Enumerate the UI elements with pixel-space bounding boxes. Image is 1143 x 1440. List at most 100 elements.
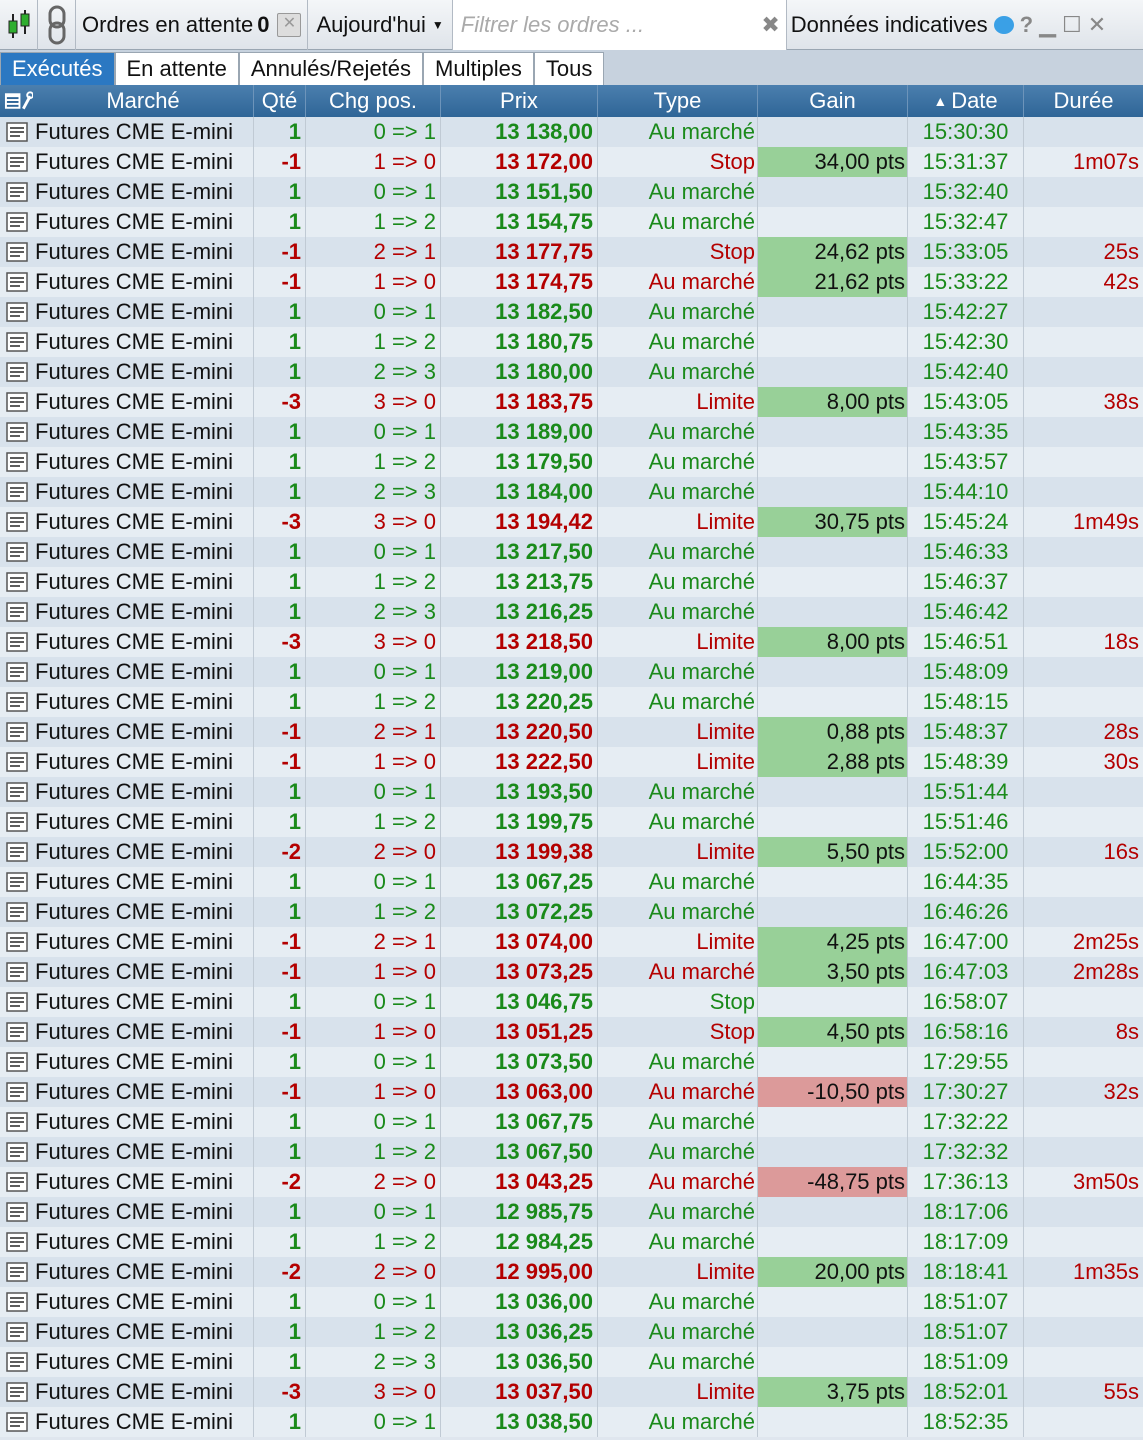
order-details-icon[interactable] [0, 1167, 33, 1197]
table-row[interactable]: Futures CME E-mini 1 0 => 1 13 067,25 Au mar… [0, 867, 1143, 897]
table-row[interactable]: Futures CME E-mini 1 1 => 2 13 036,25 Au mar… [0, 1317, 1143, 1347]
order-details-icon[interactable] [0, 1257, 33, 1287]
table-row[interactable]: Futures CME E-mini 1 1 => 2 13 180,75 Au mar… [0, 327, 1143, 357]
table-row[interactable]: Futures CME E-mini -1 1 => 0 13 172,00 Stop 3… [0, 147, 1143, 177]
table-row[interactable]: Futures CME E-mini -1 1 => 0 13 073,25 Au ma… [0, 957, 1143, 987]
date-filter-dropdown[interactable]: Aujourd'hui ▼ [308, 0, 453, 50]
table-row[interactable]: Futures CME E-mini -2 2 => 0 12 995,00 Limit… [0, 1257, 1143, 1287]
order-details-icon[interactable] [0, 177, 33, 207]
table-row[interactable]: Futures CME E-mini 1 2 => 3 13 216,25 Au mar… [0, 597, 1143, 627]
col-price[interactable]: Prix [441, 85, 598, 117]
table-row[interactable]: Futures CME E-mini 1 0 => 1 13 217,50 Au mar… [0, 537, 1143, 567]
table-row[interactable]: Futures CME E-mini -3 3 => 0 13 037,50 Limit… [0, 1377, 1143, 1407]
col-date[interactable]: ▲ Date [908, 85, 1024, 117]
table-row[interactable]: Futures CME E-mini 1 1 => 2 13 199,75 Au mar… [0, 807, 1143, 837]
table-row[interactable]: Futures CME E-mini -1 2 => 1 13 220,50 Limit… [0, 717, 1143, 747]
table-row[interactable]: Futures CME E-mini 1 2 => 3 13 180,00 Au mar… [0, 357, 1143, 387]
table-row[interactable]: Futures CME E-mini -3 3 => 0 13 194,42 Limit… [0, 507, 1143, 537]
order-details-icon[interactable] [0, 1377, 33, 1407]
maximize-icon[interactable]: ☐ [1062, 12, 1082, 38]
table-row[interactable]: Futures CME E-mini 1 0 => 1 13 067,75 Au mar… [0, 1107, 1143, 1137]
list-wrench-icon[interactable] [4, 90, 33, 112]
tab-3[interactable]: Multiples [423, 52, 534, 85]
col-market[interactable]: Marché [33, 85, 254, 117]
col-chg[interactable]: Chg pos. [306, 85, 441, 117]
table-row[interactable]: Futures CME E-mini -1 1 => 0 13 174,75 Au ma… [0, 267, 1143, 297]
order-details-icon[interactable] [0, 1017, 33, 1047]
order-details-icon[interactable] [0, 417, 33, 447]
table-row[interactable]: Futures CME E-mini -1 2 => 1 13 177,75 Stop 2… [0, 237, 1143, 267]
table-row[interactable]: Futures CME E-mini 1 0 => 1 13 193,50 Au mar… [0, 777, 1143, 807]
order-details-icon[interactable] [0, 1317, 33, 1347]
order-details-icon[interactable] [0, 987, 33, 1017]
pending-orders[interactable]: Ordres en attente 0 ✕ [76, 0, 309, 50]
table-row[interactable]: Futures CME E-mini 1 0 => 1 13 138,00 Au mar… [0, 117, 1143, 147]
table-row[interactable]: Futures CME E-mini -3 3 => 0 13 183,75 Limit… [0, 387, 1143, 417]
order-details-icon[interactable] [0, 657, 33, 687]
help-icon[interactable]: ? [1020, 12, 1033, 38]
table-row[interactable]: Futures CME E-mini -2 2 => 0 13 199,38 Limit… [0, 837, 1143, 867]
order-details-icon[interactable] [0, 1347, 33, 1377]
table-row[interactable]: Futures CME E-mini 1 1 => 2 12 984,25 Au mar… [0, 1227, 1143, 1257]
order-details-icon[interactable] [0, 237, 33, 267]
table-row[interactable]: Futures CME E-mini -1 1 => 0 13 063,00 Au ma… [0, 1077, 1143, 1107]
clear-pending-icon[interactable]: ✕ [277, 12, 302, 37]
table-row[interactable]: Futures CME E-mini 1 0 => 1 13 189,00 Au mar… [0, 417, 1143, 447]
candlestick-icon[interactable] [0, 0, 38, 50]
order-details-icon[interactable] [0, 447, 33, 477]
order-details-icon[interactable] [0, 387, 33, 417]
order-details-icon[interactable] [0, 267, 33, 297]
table-row[interactable]: Futures CME E-mini 1 0 => 1 13 038,50 Au mar… [0, 1407, 1143, 1437]
order-details-icon[interactable] [0, 747, 33, 777]
order-details-icon[interactable] [0, 1197, 33, 1227]
order-details-icon[interactable] [0, 927, 33, 957]
order-details-icon[interactable] [0, 597, 33, 627]
order-details-icon[interactable] [0, 687, 33, 717]
filter-orders-input[interactable] [458, 10, 762, 39]
table-row[interactable]: Futures CME E-mini 1 1 => 2 13 213,75 Au mar… [0, 567, 1143, 597]
order-details-icon[interactable] [0, 537, 33, 567]
table-row[interactable]: Futures CME E-mini 1 1 => 2 13 220,25 Au mar… [0, 687, 1143, 717]
order-details-icon[interactable] [0, 777, 33, 807]
table-row[interactable]: Futures CME E-mini 1 0 => 1 13 182,50 Au mar… [0, 297, 1143, 327]
clear-filter-icon[interactable]: ✖ [761, 12, 779, 38]
minimize-icon[interactable]: ▁ [1039, 12, 1056, 38]
chat-bubble-icon[interactable] [993, 15, 1014, 34]
order-details-icon[interactable] [0, 207, 33, 237]
order-details-icon[interactable] [0, 717, 33, 747]
table-row[interactable]: Futures CME E-mini 1 2 => 3 13 036,50 Au mar… [0, 1347, 1143, 1377]
order-details-icon[interactable] [0, 1227, 33, 1257]
table-row[interactable]: Futures CME E-mini 1 0 => 1 13 046,75 Stop 16… [0, 987, 1143, 1017]
order-details-icon[interactable] [0, 147, 33, 177]
order-details-icon[interactable] [0, 297, 33, 327]
col-duration[interactable]: Durée [1024, 85, 1143, 117]
table-row[interactable]: Futures CME E-mini 1 0 => 1 13 073,50 Au mar… [0, 1047, 1143, 1077]
order-details-icon[interactable] [0, 567, 33, 597]
table-row[interactable]: Futures CME E-mini 1 0 => 1 13 219,00 Au mar… [0, 657, 1143, 687]
order-details-icon[interactable] [0, 357, 33, 387]
table-row[interactable]: Futures CME E-mini -1 1 => 0 13 051,25 Stop 4… [0, 1017, 1143, 1047]
table-row[interactable]: Futures CME E-mini 1 0 => 1 12 985,75 Au mar… [0, 1197, 1143, 1227]
tab-0[interactable]: Exécutés [0, 52, 115, 85]
table-row[interactable]: Futures CME E-mini 1 2 => 3 13 184,00 Au mar… [0, 477, 1143, 507]
table-row[interactable]: Futures CME E-mini 1 0 => 1 13 151,50 Au mar… [0, 177, 1143, 207]
order-details-icon[interactable] [0, 327, 33, 357]
order-details-icon[interactable] [0, 897, 33, 927]
link-chain-icon[interactable] [38, 0, 76, 50]
order-details-icon[interactable] [0, 117, 33, 147]
order-details-icon[interactable] [0, 507, 33, 537]
table-row[interactable]: Futures CME E-mini 1 0 => 1 13 036,00 Au mar… [0, 1287, 1143, 1317]
table-row[interactable]: Futures CME E-mini 1 1 => 2 13 179,50 Au mar… [0, 447, 1143, 477]
col-type[interactable]: Type [598, 85, 758, 117]
col-gain[interactable]: Gain [758, 85, 908, 117]
order-details-icon[interactable] [0, 957, 33, 987]
table-row[interactable]: Futures CME E-mini -3 3 => 0 13 218,50 Limit… [0, 627, 1143, 657]
order-details-icon[interactable] [0, 807, 33, 837]
order-details-icon[interactable] [0, 1407, 33, 1437]
order-details-icon[interactable] [0, 1287, 33, 1317]
tab-2[interactable]: Annulés/Rejetés [238, 52, 424, 85]
order-details-icon[interactable] [0, 477, 33, 507]
table-row[interactable]: Futures CME E-mini 1 1 => 2 13 154,75 Au mar… [0, 207, 1143, 237]
order-details-icon[interactable] [0, 1107, 33, 1137]
order-details-icon[interactable] [0, 867, 33, 897]
